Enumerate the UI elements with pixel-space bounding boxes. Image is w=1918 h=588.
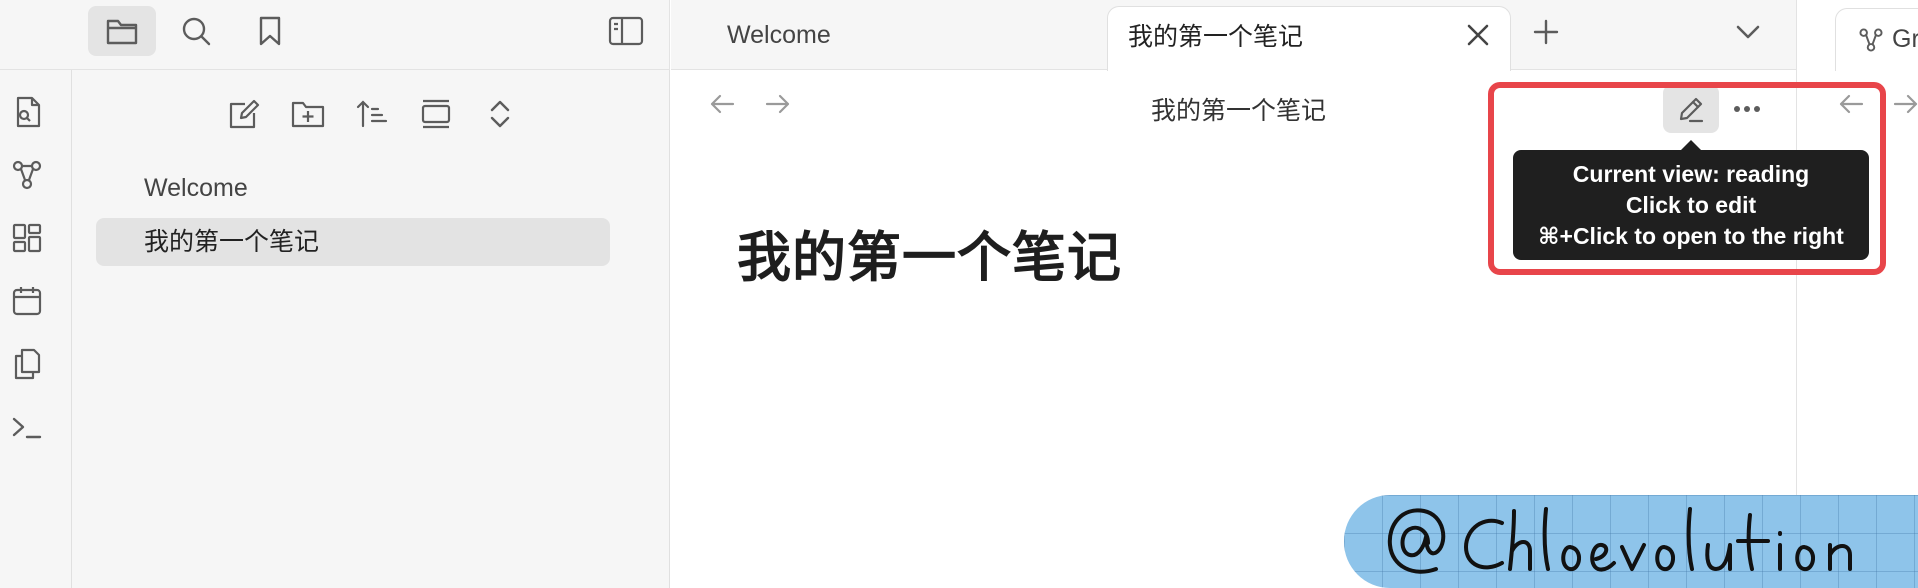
tab-first-note[interactable]: 我的第一个笔记 bbox=[1107, 6, 1511, 71]
sidebar-toggle-icon[interactable] bbox=[592, 6, 660, 56]
new-note-icon[interactable] bbox=[222, 92, 266, 136]
quick-switch-icon[interactable] bbox=[8, 93, 46, 131]
templates-icon[interactable] bbox=[8, 345, 46, 383]
tab-label: 我的第一个笔记 bbox=[1128, 23, 1304, 51]
forward-arrow-icon[interactable] bbox=[765, 93, 791, 115]
forward-arrow-icon[interactable] bbox=[1893, 93, 1918, 115]
terminal-icon[interactable] bbox=[8, 408, 46, 446]
file-item-label: 我的第一个笔记 bbox=[144, 228, 320, 256]
file-explorer: Welcome 我的第一个笔记 bbox=[72, 70, 670, 588]
graph-icon[interactable] bbox=[8, 156, 46, 194]
folder-icon[interactable] bbox=[88, 6, 156, 56]
ribbon bbox=[0, 70, 72, 588]
watermark-logo bbox=[1344, 495, 1918, 588]
graph-icon bbox=[1858, 27, 1884, 53]
calendar-icon[interactable] bbox=[8, 282, 46, 320]
view-header-title[interactable]: 我的第一个笔记 bbox=[1151, 91, 1326, 127]
file-item-first-note[interactable]: 我的第一个笔记 bbox=[96, 218, 610, 266]
bookmark-icon[interactable] bbox=[236, 6, 304, 56]
tab-label: Welcome bbox=[727, 21, 831, 49]
file-item-label: Welcome bbox=[144, 174, 248, 202]
note-heading: 我的第一个笔记 bbox=[737, 226, 1122, 289]
new-folder-icon[interactable] bbox=[286, 92, 330, 136]
tab-label: Gr bbox=[1892, 25, 1918, 53]
tab-graph[interactable]: Gr bbox=[1835, 8, 1918, 71]
sort-icon[interactable] bbox=[350, 92, 394, 136]
file-item-welcome[interactable]: Welcome bbox=[96, 164, 610, 212]
tab-bar: Welcome 我的第一个笔记 bbox=[671, 0, 1918, 71]
collapse-icon[interactable] bbox=[414, 92, 458, 136]
chevron-down-icon[interactable] bbox=[1735, 22, 1761, 42]
close-icon[interactable] bbox=[1466, 23, 1490, 47]
new-tab-icon[interactable] bbox=[1532, 18, 1560, 46]
search-icon[interactable] bbox=[162, 6, 230, 56]
tab-welcome[interactable]: Welcome bbox=[727, 0, 831, 70]
expand-icon[interactable] bbox=[478, 92, 522, 136]
back-arrow-icon[interactable] bbox=[709, 93, 735, 115]
canvas-icon[interactable] bbox=[8, 219, 46, 257]
sidebar-topbar bbox=[0, 0, 670, 70]
annotation-highlight-box bbox=[1488, 82, 1886, 275]
